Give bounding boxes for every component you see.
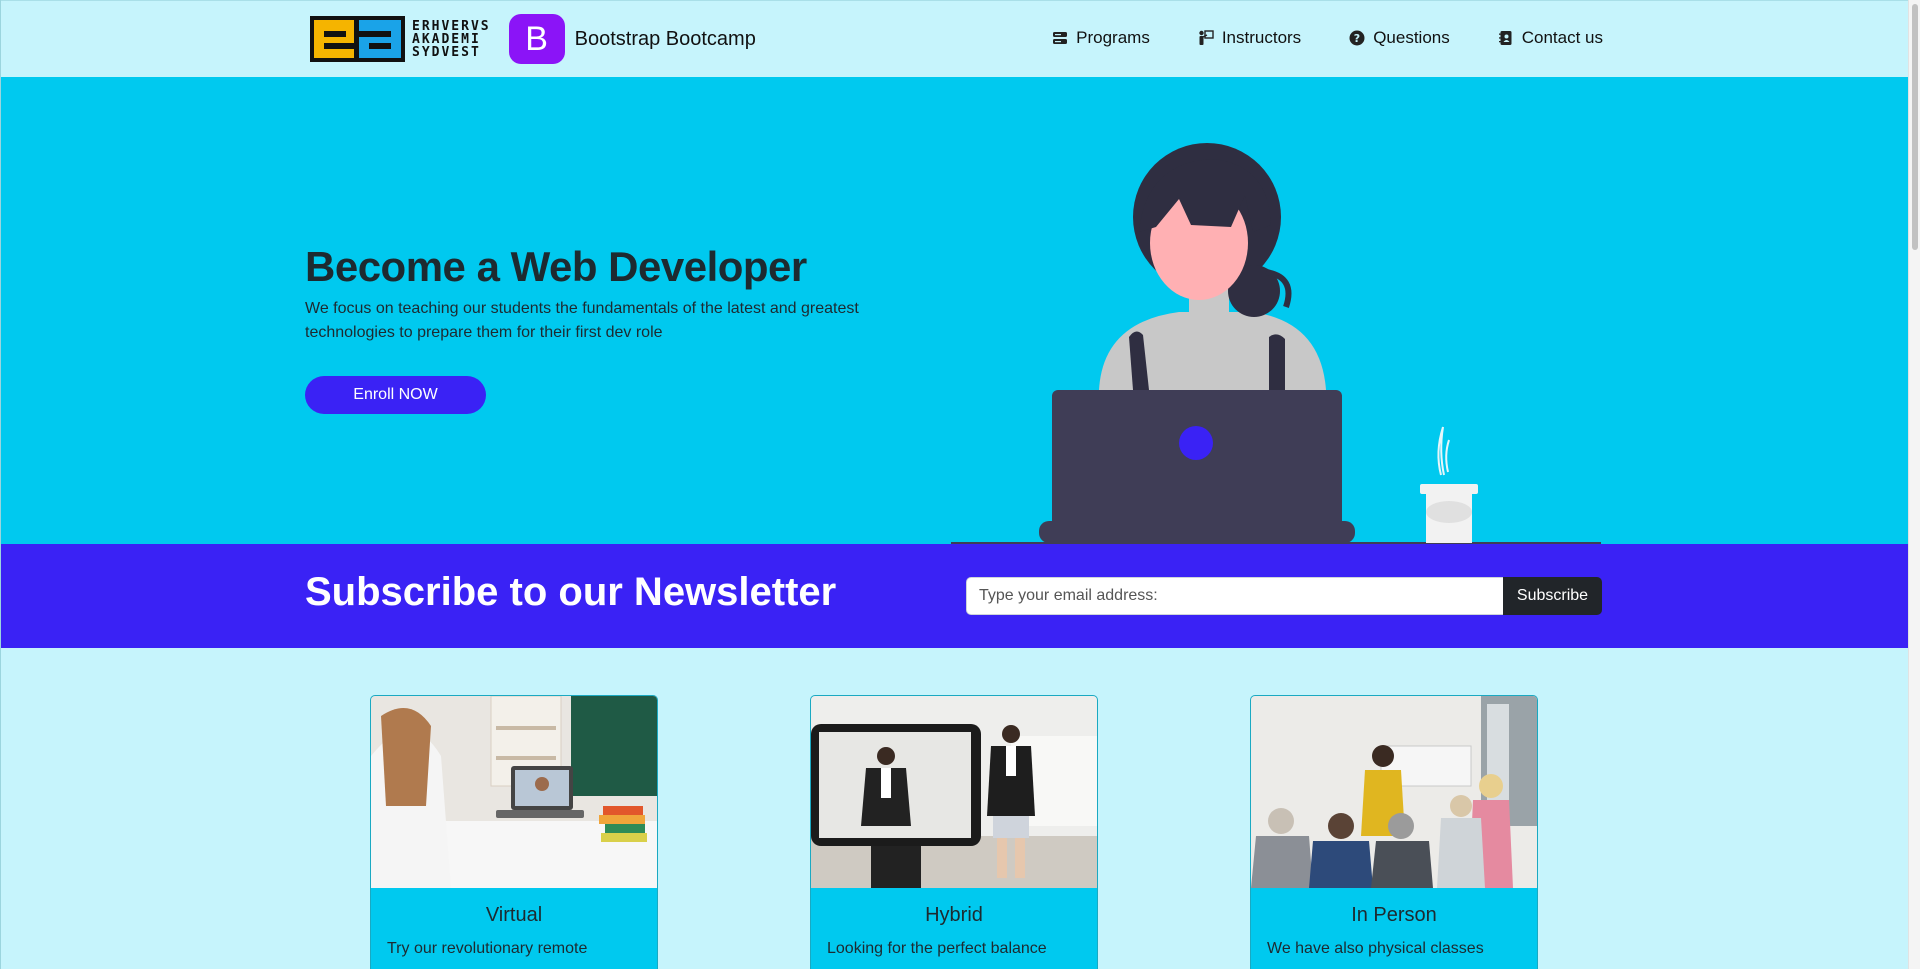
virtual-class-image bbox=[371, 696, 657, 888]
card-title: Hybrid bbox=[925, 904, 983, 926]
question-icon: ? bbox=[1349, 30, 1365, 46]
top-navbar: ERHVERVS AKADEMI SYDVEST B Bootstrap Boo… bbox=[1, 0, 1908, 77]
nav-item-instructors[interactable]: Instructors bbox=[1198, 28, 1301, 48]
ea-logo-text: ERHVERVS AKADEMI SYDVEST bbox=[412, 18, 491, 60]
ea-logo[interactable]: ERHVERVS AKADEMI SYDVEST bbox=[310, 16, 491, 62]
hero-section: Become a Web Developer We focus on teach… bbox=[1, 77, 1908, 544]
nav-item-questions[interactable]: ? Questions bbox=[1349, 28, 1450, 48]
card-title: In Person bbox=[1351, 904, 1437, 926]
ea-logo-icon bbox=[310, 16, 405, 62]
newsletter-section: Subscribe to our Newsletter Subscribe bbox=[1, 544, 1908, 648]
nav-label: Programs bbox=[1076, 28, 1150, 47]
card-text: Try our revolutionary remote bbox=[387, 940, 588, 957]
card-text: Looking for the perfect balance bbox=[827, 940, 1047, 957]
program-card-in-person[interactable]: In Person We have also physical classes bbox=[1250, 695, 1538, 969]
contact-icon bbox=[1498, 31, 1512, 45]
hero-title: Become a Web Developer bbox=[305, 243, 807, 290]
main-nav: Programs Instructors ? Questions Contact… bbox=[1052, 28, 1603, 48]
nav-label: Contact us bbox=[1521, 28, 1603, 47]
page-scrollbar[interactable] bbox=[1908, 0, 1920, 969]
program-card-virtual[interactable]: Virtual Try our revolutionary remote bbox=[370, 695, 658, 969]
programs-section: Virtual Try our revolutionary remote Hyb… bbox=[1, 695, 1908, 969]
newsletter-form: Subscribe bbox=[966, 577, 1602, 615]
hero-lead: We focus on teaching our students the fu… bbox=[305, 300, 859, 341]
developer-illustration bbox=[951, 143, 1601, 544]
subscribe-button[interactable]: Subscribe bbox=[1503, 577, 1602, 615]
programs-icon bbox=[1053, 32, 1068, 44]
hybrid-class-image bbox=[811, 696, 1097, 888]
scrollbar-thumb[interactable] bbox=[1912, 4, 1918, 250]
nav-label: Questions bbox=[1373, 28, 1450, 47]
card-title: Virtual bbox=[485, 904, 543, 926]
nav-item-programs[interactable]: Programs bbox=[1052, 28, 1150, 48]
site-name: Bootstrap Bootcamp bbox=[574, 27, 756, 50]
bootstrap-icon: B bbox=[508, 14, 565, 64]
brand[interactable]: ERHVERVS AKADEMI SYDVEST B Bootstrap Boo… bbox=[310, 14, 756, 64]
enroll-button[interactable]: Enroll NOW bbox=[305, 376, 486, 414]
card-text: We have also physical classes bbox=[1267, 940, 1484, 957]
browser-viewport: ERHVERVS AKADEMI SYDVEST B Bootstrap Boo… bbox=[0, 0, 1908, 969]
newsletter-title: Subscribe to our Newsletter bbox=[305, 570, 837, 614]
instructor-icon bbox=[1199, 30, 1214, 45]
program-card-hybrid[interactable]: Hybrid Looking for the perfect balance bbox=[810, 695, 1098, 969]
nav-item-contact[interactable]: Contact us bbox=[1498, 28, 1603, 48]
bootstrap-logo[interactable]: B Bootstrap Bootcamp bbox=[508, 14, 756, 64]
email-input[interactable] bbox=[966, 577, 1503, 615]
nav-label: Instructors bbox=[1221, 28, 1302, 47]
svg-text:?: ? bbox=[1354, 32, 1360, 45]
in-person-class-image bbox=[1251, 696, 1537, 888]
